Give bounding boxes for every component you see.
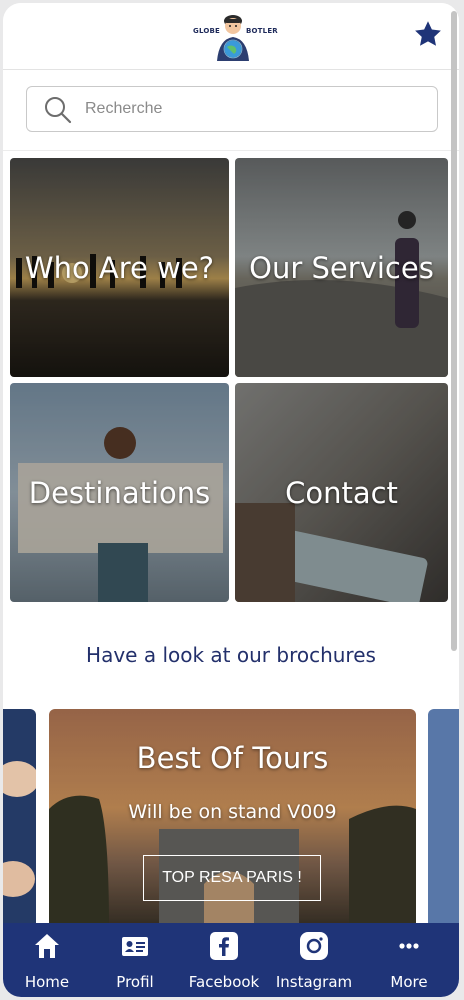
brochure-card-next[interactable] [428, 709, 459, 929]
search-bar[interactable] [26, 86, 438, 132]
search-icon [45, 97, 72, 124]
tile-label: Destinations [28, 475, 211, 510]
nav-label: Facebook [188, 973, 260, 991]
nav-label: Instagram [275, 973, 353, 991]
brochures-heading: Have a look at our brochures [86, 643, 376, 667]
nav-label: More [390, 973, 428, 991]
brochure-carousel[interactable]: Best Of Tours Will be on stand V009 TOP … [3, 709, 459, 929]
logo-text-globe: GLOBE [193, 27, 221, 35]
star-icon [415, 21, 441, 46]
profile-card-icon [122, 937, 148, 956]
home-icon [35, 934, 59, 958]
top-resa-paris-button[interactable]: TOP RESA PARIS ! [143, 855, 321, 901]
facebook-icon [210, 932, 238, 960]
brochure-card-previous[interactable] [3, 709, 36, 929]
scrollbar[interactable] [451, 11, 457, 651]
nav-label: Home [24, 973, 70, 991]
tile-who-are-we[interactable]: Who Are we? [10, 158, 229, 377]
tile-label: Our Services [249, 250, 434, 285]
tile-label: Who Are we? [24, 250, 215, 285]
favorite-star-button[interactable] [413, 19, 443, 49]
logo-mascot-icon [217, 15, 249, 61]
tile-our-services[interactable]: Our Services [235, 158, 448, 377]
tile-contact[interactable]: Contact [235, 383, 448, 602]
instagram-icon [300, 932, 328, 960]
nav-item-home[interactable]: Home [3, 923, 91, 997]
brochure-card[interactable]: Best Of Tours Will be on stand V009 TOP … [49, 709, 416, 929]
nav-item-more[interactable]: More [359, 923, 459, 997]
nav-label: Profil [116, 973, 154, 991]
previous-card-image [3, 709, 36, 929]
globe-botler-logo[interactable]: GLOBE BOTLER [191, 11, 278, 65]
tile-destinations[interactable]: Destinations [10, 383, 229, 602]
brochure-card-subtitle: Will be on stand V009 [128, 801, 337, 823]
tile-label: Contact [285, 475, 398, 510]
brochure-card-title: Best Of Tours [136, 741, 329, 775]
app-header: GLOBE BOTLER [3, 3, 459, 70]
nav-item-instagram[interactable]: Instagram [269, 923, 359, 997]
more-dots-icon [399, 943, 419, 949]
nav-item-facebook[interactable]: Facebook [179, 923, 269, 997]
bottom-navigation: Home Profil Facebook Instagram More [3, 923, 459, 997]
app-screen: GLOBE BOTLER Recherche Who Are we? Our S… [3, 3, 459, 997]
nav-item-profil[interactable]: Profil [91, 923, 179, 997]
logo-text-botler: BOTLER [246, 27, 278, 35]
search-section [3, 70, 459, 151]
search-input[interactable] [85, 87, 415, 131]
